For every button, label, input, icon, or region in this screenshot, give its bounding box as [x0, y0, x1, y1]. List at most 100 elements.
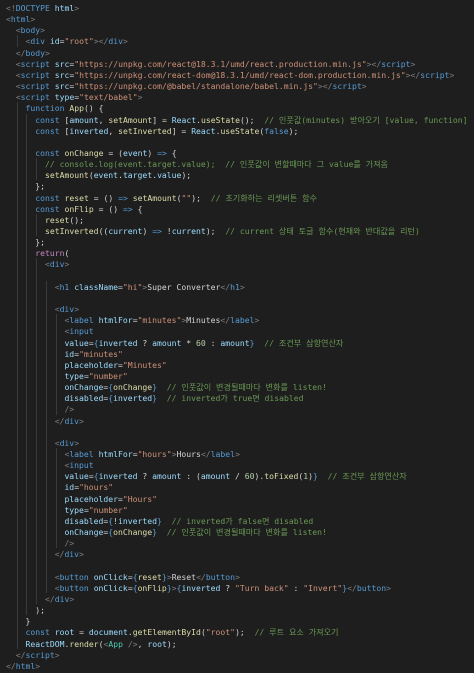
code-editor[interactable]: <!DOCTYPE html> <html> <body> <div id="root…: [0, 0, 474, 671]
code-token: Minutes: [186, 315, 221, 326]
code-token: script: [20, 81, 50, 92]
code-token: </: [220, 281, 231, 292]
code-token: >: [40, 25, 45, 36]
code-token: {: [132, 203, 143, 214]
code-token: onFlip: [137, 582, 167, 593]
code-token: );: [288, 125, 299, 136]
code-line: <h1 className="hi">Super Converter</h1>: [55, 281, 245, 294]
code-token: // 조건부 삼항연산자: [327, 471, 407, 482]
code-token: false: [264, 125, 289, 136]
code-token: ?: [137, 471, 153, 482]
code-token: className: [74, 281, 119, 292]
code-token: // current 상태 토글 함수(현재와 반대값을 리턴): [225, 226, 420, 236]
code-token: onFlip: [64, 203, 94, 214]
code-token: >: [386, 582, 392, 593]
code-token: [: [59, 114, 70, 125]
code-token: "Invert": [303, 582, 343, 593]
code-token: script: [20, 92, 50, 103]
code-token: : (: [181, 471, 201, 482]
code-token: value: [64, 471, 89, 482]
code-token: htmlFor: [98, 315, 133, 326]
code-token: >: [74, 3, 80, 13]
code-token: );: [166, 638, 177, 649]
code-token: React: [191, 125, 216, 136]
code-token: "hours": [137, 449, 172, 459]
code-token: >: [79, 549, 84, 560]
code-token: const: [35, 114, 60, 125]
code-token: div: [59, 437, 75, 448]
code-token: reset: [64, 192, 89, 203]
code-token: type: [64, 370, 84, 381]
code-token: button: [59, 582, 89, 593]
code-token: id: [64, 482, 75, 493]
code-token: </: [6, 660, 16, 671]
code-token: "https://unpkg.com/react-dom@18.3.1/umd/…: [74, 69, 406, 80]
code-token: "text/babel": [79, 92, 138, 103]
code-token: button: [59, 571, 89, 582]
code-token: // inverted가 false면 disabled: [171, 515, 314, 526]
code-token: label: [69, 315, 94, 326]
indent-guide: [45, 280, 47, 593]
code-token: </: [200, 449, 211, 459]
code-token: *: [181, 337, 197, 348]
code-token: "minutes": [137, 315, 182, 326]
code-token: toFixed: [264, 471, 299, 482]
code-token: // 인풋값(minutes) 받아오기 [value, function]: [264, 114, 468, 125]
code-token: src: [54, 81, 70, 92]
code-line: value={inverted ? amount : (amount / 60)…: [64, 470, 406, 483]
code-token: >: [254, 315, 260, 326]
code-token: script: [420, 69, 450, 80]
code-token: h1: [230, 281, 240, 292]
code-token: React: [171, 114, 197, 125]
code-token: </: [196, 571, 206, 582]
code-line: </div>: [55, 548, 84, 561]
code-token: );: [191, 192, 211, 203]
code-token: = (: [103, 147, 123, 158]
code-token: "hours": [79, 482, 114, 493]
code-token: () {: [83, 103, 104, 114]
code-line: disabled={inverted} // inverted가 true면 d…: [64, 392, 303, 405]
code-token: "Hours": [122, 493, 158, 504]
code-token: onClick: [93, 582, 128, 593]
code-token: value: [64, 337, 89, 348]
code-token: </: [44, 593, 55, 604]
code-token: );: [205, 226, 226, 236]
code-token: = (): [93, 203, 123, 214]
code-line: setInverted((current) => !current); // c…: [45, 225, 420, 238]
code-token: "hi": [122, 281, 143, 292]
code-token: >: [74, 304, 80, 315]
code-token: const: [25, 627, 50, 638]
code-token: const: [35, 203, 60, 214]
code-token: disabled: [64, 515, 104, 526]
indent-guide: [36, 258, 38, 605]
code-token: const: [35, 147, 60, 158]
code-token: !: [161, 226, 172, 236]
code-token: inverted: [98, 471, 138, 482]
code-token: div: [108, 36, 123, 47]
code-line: <button onClick={onFlip}>{inverted ? "Tu…: [55, 582, 391, 595]
code-token: ></: [405, 69, 421, 80]
code-token: inverted: [118, 515, 158, 526]
code-token: disabled: [64, 393, 104, 404]
code-line: );: [35, 604, 45, 617]
code-token: >: [79, 415, 84, 426]
code-token: ?: [220, 582, 236, 593]
code-token: ,: [137, 638, 148, 649]
code-token: ReactDOM: [25, 638, 65, 649]
code-line: <div>: [45, 258, 69, 271]
code-token: // 조건부 삼항연산자: [264, 337, 344, 348]
code-token: "minutes": [79, 348, 123, 359]
code-token: // 인풋값이 변경될때마다 변화를 listen!: [166, 382, 327, 393]
code-token: </: [54, 549, 65, 560]
indent-guide: [36, 158, 38, 181]
code-token: amount: [152, 471, 182, 482]
code-token: getElementById: [132, 627, 201, 638]
code-token: ).: [254, 471, 265, 482]
code-token: const: [35, 125, 60, 136]
code-token: body: [20, 25, 41, 36]
code-token: 60: [244, 471, 255, 482]
code-token: render: [69, 638, 99, 649]
code-token: input: [69, 326, 94, 337]
